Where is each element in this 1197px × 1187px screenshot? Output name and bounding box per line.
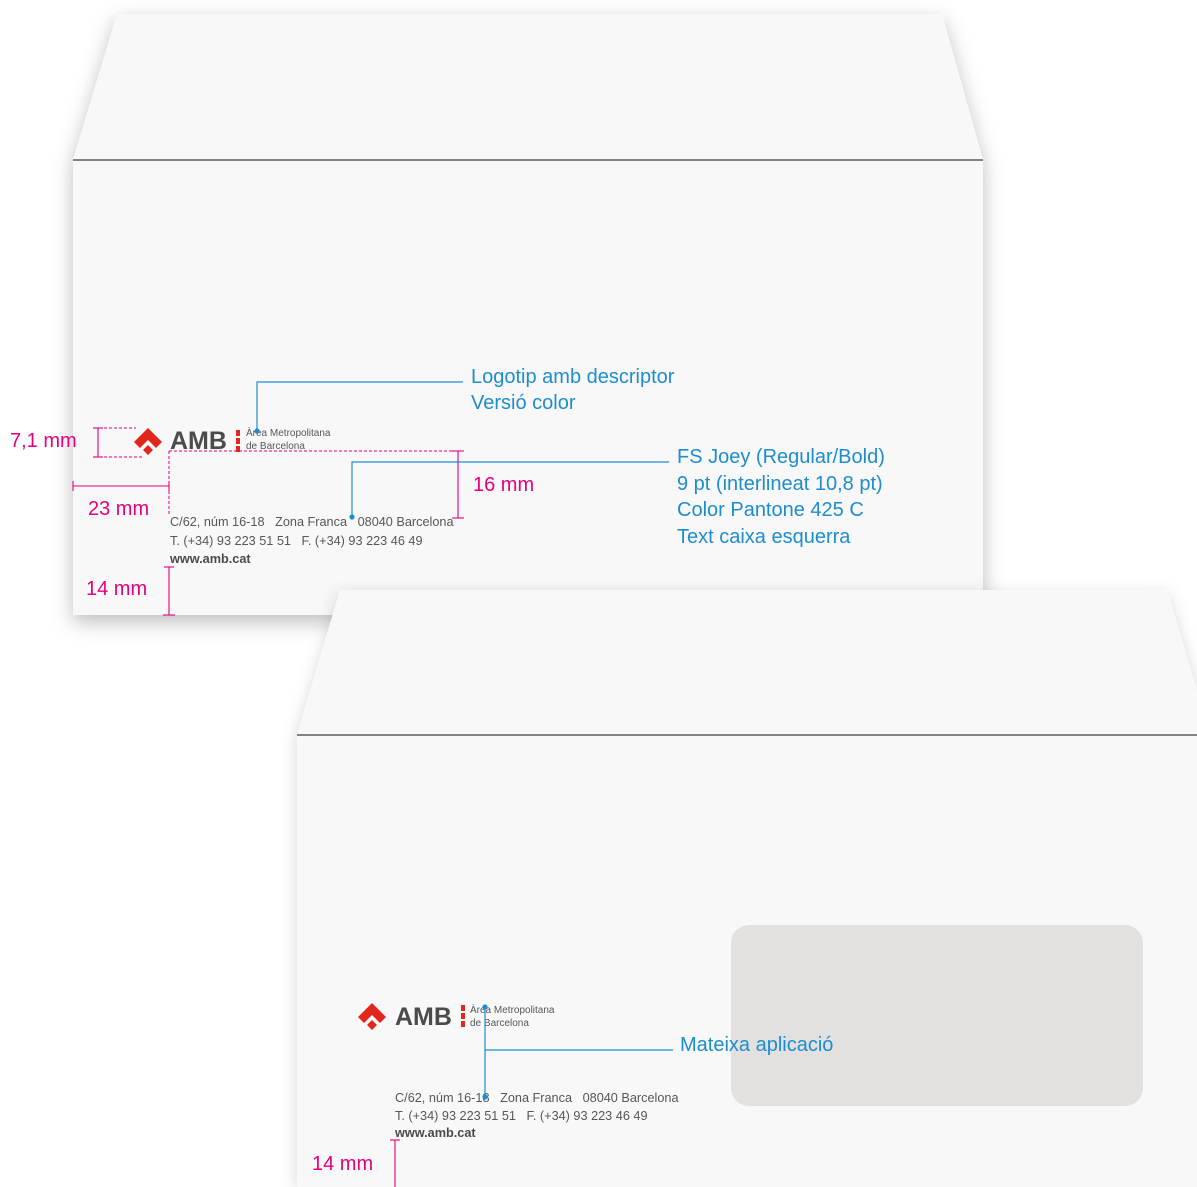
separator-dot bbox=[461, 1005, 465, 1011]
typography-callout-line: FS Joey (Regular/Bold) bbox=[677, 446, 885, 468]
logo-to-address-label: 16 mm bbox=[473, 474, 535, 496]
separator-dot bbox=[236, 430, 240, 436]
separator-dot bbox=[236, 446, 240, 452]
separator-dot bbox=[461, 1021, 465, 1027]
envelope-plain-flap bbox=[73, 14, 983, 160]
logo-descriptor-line: Àrea Metropolitana bbox=[246, 428, 331, 439]
address-window bbox=[731, 925, 1143, 1106]
address-website: www.amb.cat bbox=[170, 552, 251, 566]
bottom-margin-label: 14 mm bbox=[312, 1153, 374, 1175]
sender-address: C/62, núm 16-18 Zona Franca 08040 Barcel… bbox=[395, 1090, 679, 1143]
logo-descriptor-line: de Barcelona bbox=[246, 440, 305, 452]
typography-callout: FS Joey (Regular/Bold) 9 pt (interlineat… bbox=[677, 444, 885, 551]
logo-height-label: 7,1 mm bbox=[10, 430, 77, 452]
logo-callout: Logotip amb descriptor Versió color bbox=[471, 364, 674, 416]
address-street: C/62, núm 16-18 Zona Franca 08040 Barcel… bbox=[170, 515, 454, 529]
sender-address: C/62, núm 16-18 Zona Franca 08040 Barcel… bbox=[170, 513, 454, 569]
envelope-window-flap bbox=[297, 590, 1197, 735]
logo-callout-line: Logotip amb descriptor bbox=[471, 366, 675, 388]
same-application-callout: Mateixa aplicació bbox=[680, 1034, 834, 1056]
separator-dot bbox=[236, 438, 240, 444]
logo-descriptor-line: de Barcelona bbox=[470, 1017, 529, 1029]
dotted-separator-icon bbox=[461, 1005, 465, 1027]
address-phone-fax: T. (+34) 93 223 51 51 F. (+34) 93 223 46… bbox=[170, 533, 423, 548]
dotted-separator-icon bbox=[236, 430, 240, 452]
logo-descriptor-line: Àrea Metropolitana bbox=[470, 1005, 555, 1016]
separator-dot bbox=[461, 1013, 465, 1019]
address-street: C/62, núm 16-18 Zona Franca 08040 Barcel… bbox=[395, 1091, 679, 1105]
logo-descriptor: Àrea Metropolitana de Barcelona bbox=[470, 1005, 555, 1030]
logo-wordmark: AMB bbox=[395, 1003, 452, 1031]
address-phone-fax: T. (+34) 93 223 51 51 F. (+34) 93 223 46… bbox=[395, 1108, 648, 1123]
typography-callout-line: 9 pt (interlineat 10,8 pt) bbox=[677, 472, 883, 495]
typography-callout-line: Color Pantone 425 C bbox=[677, 499, 864, 522]
logo-callout-line: Versió color bbox=[471, 392, 576, 414]
bottom-margin-label: 14 mm bbox=[86, 578, 148, 600]
logo-descriptor: Àrea Metropolitana de Barcelona bbox=[246, 428, 331, 453]
envelopes-illustration bbox=[73, 14, 1197, 1187]
typography-callout-line: Text caixa esquerra bbox=[677, 526, 851, 549]
left-margin-label: 23 mm bbox=[88, 498, 150, 520]
address-website: www.amb.cat bbox=[395, 1126, 476, 1140]
logo-wordmark: AMB bbox=[170, 427, 227, 455]
